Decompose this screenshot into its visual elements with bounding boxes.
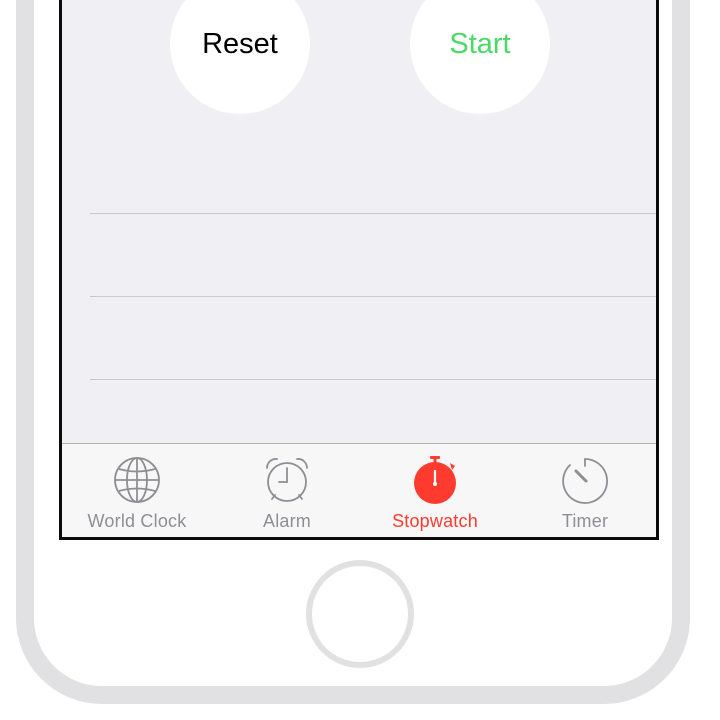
tab-label: World Clock xyxy=(87,511,187,531)
start-button[interactable]: Start xyxy=(410,0,550,114)
reset-button[interactable]: Reset xyxy=(170,0,310,114)
stopwatch-icon xyxy=(409,454,461,506)
tab-alarm[interactable]: Alarm xyxy=(212,444,362,537)
globe-icon xyxy=(111,454,163,506)
tab-label: Stopwatch xyxy=(392,511,478,531)
tab-label: Alarm xyxy=(262,511,311,531)
timer-icon xyxy=(559,454,611,506)
device-mockup: Reset Start World Clock Alarm Stopwatch … xyxy=(0,0,720,720)
stopwatch-screen: Reset Start World Clock Alarm Stopwatch … xyxy=(59,0,659,540)
tab-bar: World Clock Alarm Stopwatch Timer xyxy=(62,443,656,537)
lap-list-divider xyxy=(90,213,656,214)
tab-stopwatch[interactable]: Stopwatch xyxy=(360,444,510,537)
tab-world-clock[interactable]: World Clock xyxy=(62,444,212,537)
lap-list-divider xyxy=(90,379,656,380)
alarm-clock-icon xyxy=(261,454,313,506)
tab-timer[interactable]: Timer xyxy=(510,444,656,537)
tab-label: Timer xyxy=(561,511,609,531)
lap-list-divider xyxy=(90,296,656,297)
home-button[interactable] xyxy=(306,560,414,668)
